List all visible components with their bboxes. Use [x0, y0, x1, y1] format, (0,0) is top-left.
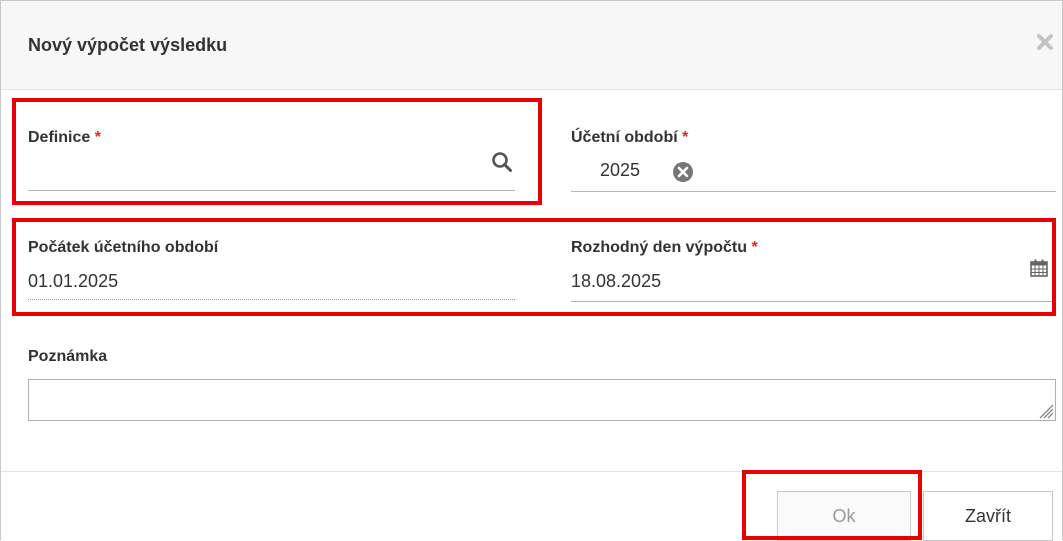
required-mark: * [94, 129, 101, 146]
definice-label: Definice * [28, 129, 101, 147]
pocatek-label: Počátek účetního období [28, 239, 219, 256]
rozhodny-den-label: Rozhodný den výpočtu * [571, 239, 758, 257]
ucetni-obdobi-label: Účetní období * [571, 129, 688, 147]
rozhodny-den-label-text: Rozhodný den výpočtu [571, 239, 747, 256]
clear-icon[interactable] [672, 161, 694, 183]
ok-button[interactable]: Ok [777, 491, 911, 541]
required-mark: * [682, 129, 689, 146]
definice-label-text: Definice [28, 129, 91, 146]
dialog-title: Nový výpočet výsledku [28, 35, 228, 55]
rozhodny-den-underline [571, 301, 1056, 302]
poznamka-textarea[interactable] [28, 379, 1056, 421]
calendar-icon[interactable] [1029, 258, 1049, 278]
poznamka-label: Poznámka [28, 348, 108, 365]
pocatek-value: 01.01.2025 [28, 271, 119, 291]
ucetni-obdobi-label-text: Účetní období [571, 129, 678, 146]
rozhodny-den-input[interactable]: 18.08.2025 [571, 271, 1011, 292]
search-icon[interactable] [491, 151, 513, 173]
dialog: Nový výpočet výsledku Definice * Účetní … [0, 0, 1063, 541]
definice-input[interactable] [28, 159, 488, 185]
close-button[interactable]: Zavřít [923, 491, 1053, 541]
close-icon[interactable] [1034, 31, 1056, 53]
dialog-header: Nový výpočet výsledku [1, 1, 1062, 90]
footer-divider [1, 471, 1062, 472]
resize-grip-icon[interactable] [1034, 399, 1054, 419]
definice-underline [28, 190, 515, 191]
ucetni-obdobi-value[interactable]: 2025 [600, 160, 640, 181]
required-mark: * [751, 239, 758, 256]
pocatek-underline [28, 299, 515, 300]
ucetni-obdobi-underline [571, 191, 1056, 192]
